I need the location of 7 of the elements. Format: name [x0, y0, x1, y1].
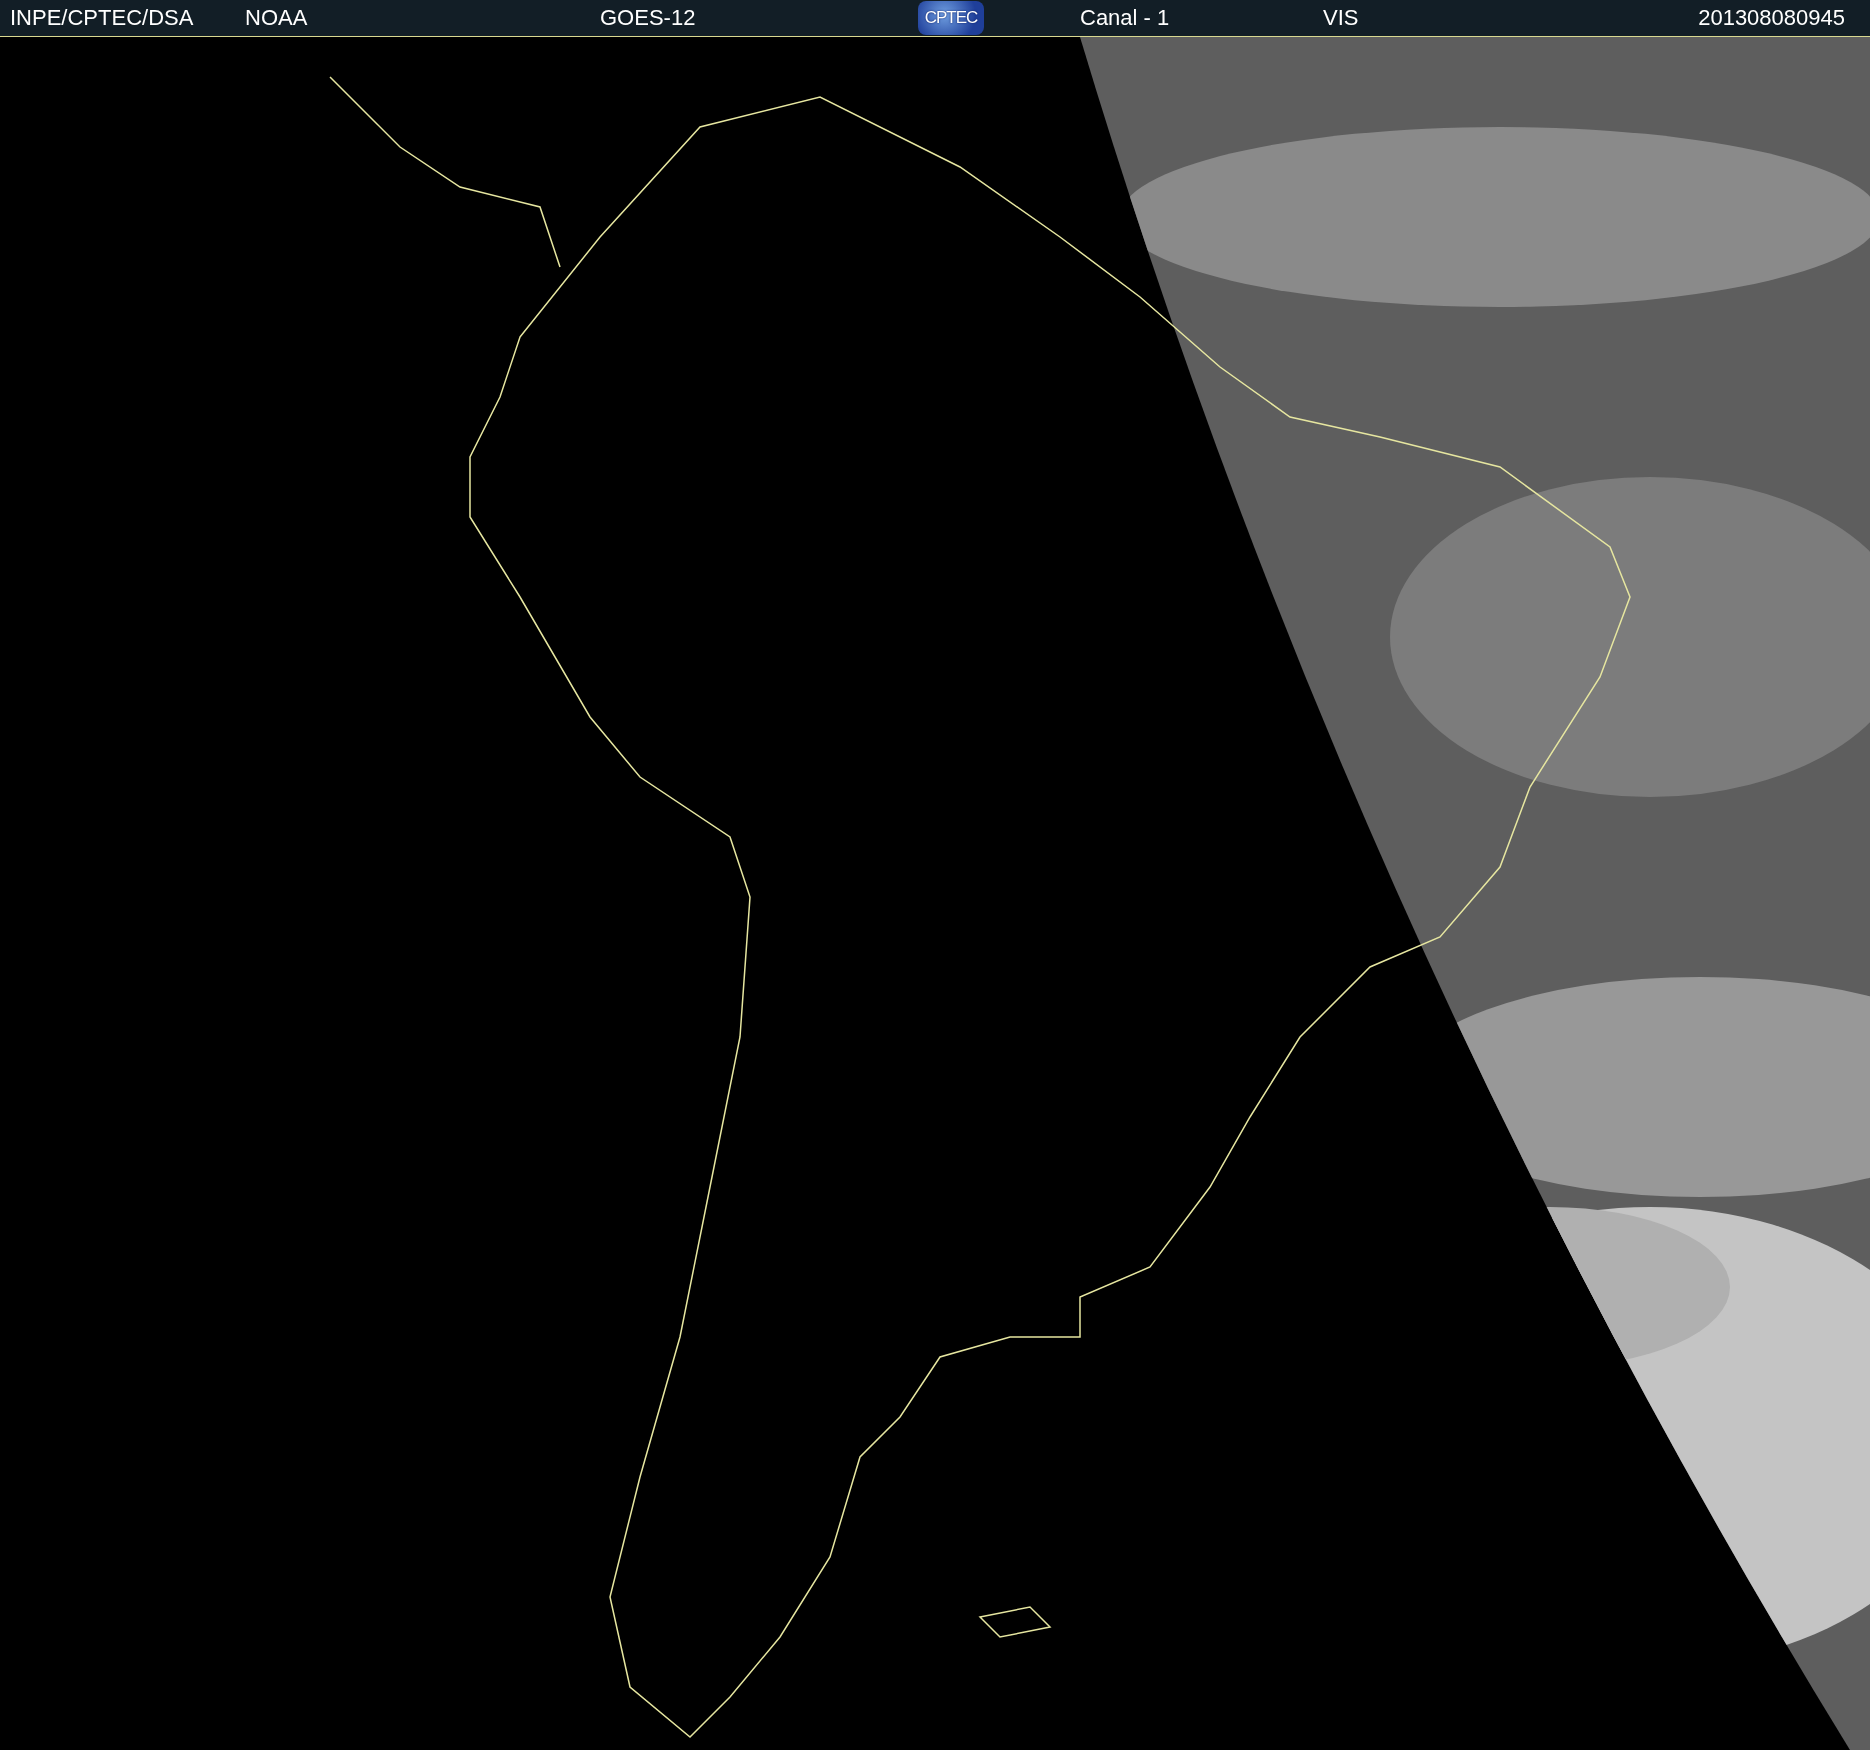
agency-label: NOAA: [245, 5, 308, 31]
satellite-label: GOES-12: [600, 5, 696, 31]
source-label: INPE/CPTEC/DSA: [10, 5, 194, 31]
channel-label: Canal - 1: [1080, 5, 1170, 31]
band-label: VIS: [1323, 5, 1359, 31]
logo: CPTEC: [918, 1, 984, 35]
timestamp-label: 201308080945: [1698, 5, 1845, 31]
